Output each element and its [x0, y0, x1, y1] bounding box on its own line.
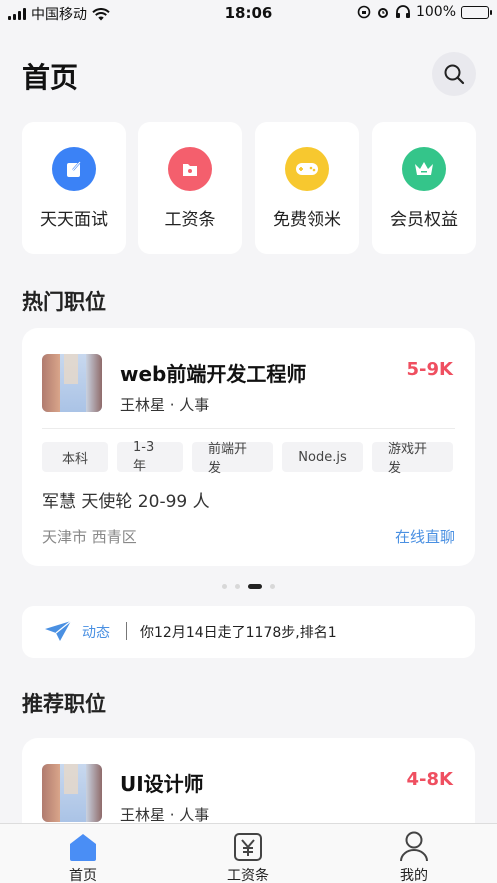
interview-icon	[52, 147, 96, 191]
tab-label: 工资条	[227, 868, 269, 883]
page-title: 首页	[22, 61, 79, 94]
tab-bar: 首页 工资条 我的	[0, 823, 497, 883]
job-tags: 本科 1-3年 前端开发 Node.js 游戏开发	[42, 440, 453, 476]
activity-tag: 动态	[82, 625, 110, 641]
chat-online-link[interactable]: 在线直聊	[395, 526, 455, 547]
company-image	[42, 764, 102, 822]
job-tag: 1-3年	[117, 440, 183, 474]
tab-payslip[interactable]: 工资条	[203, 828, 293, 883]
tab-label: 首页	[69, 868, 97, 883]
job-salary: 4-8K	[406, 769, 453, 790]
section-title-hot-jobs: 热门职位	[22, 290, 106, 314]
carousel-dot[interactable]	[235, 584, 240, 589]
alarm-icon	[377, 8, 388, 18]
tab-label: 我的	[400, 868, 428, 883]
job-tag: 前端开发	[192, 442, 273, 476]
yen-icon	[234, 833, 262, 861]
quick-action-label: 会员权益	[390, 210, 458, 230]
quick-action-payslip[interactable]: 工资条	[138, 122, 242, 254]
card-divider	[42, 428, 455, 429]
rotation-lock-icon	[357, 5, 371, 19]
company-info: 军慧 天使轮 20-99 人	[42, 492, 210, 512]
quick-action-membership[interactable]: 会员权益	[372, 122, 476, 254]
activity-separator	[126, 622, 127, 640]
profile-icon	[400, 831, 428, 862]
battery-icon	[461, 5, 492, 19]
tab-profile[interactable]: 我的	[369, 828, 459, 883]
section-title-recommended: 推荐职位	[22, 692, 106, 716]
job-tag: 本科	[42, 442, 108, 472]
job-location: 天津市 西青区	[42, 528, 137, 546]
carousel-dot-active[interactable]	[248, 584, 262, 589]
quick-action-label: 免费领米	[273, 210, 341, 230]
quick-action-free-rice[interactable]: 免费领米	[255, 122, 359, 254]
home-icon	[70, 834, 96, 861]
job-title: web前端开发工程师	[120, 362, 307, 386]
activity-banner[interactable]: 动态 你12月14日走了1178步,排名1	[22, 606, 475, 658]
paper-plane-icon	[45, 620, 72, 641]
battery-percent: 100%	[415, 4, 456, 20]
carousel-indicator[interactable]	[0, 584, 497, 589]
job-salary: 5-9K	[406, 359, 453, 380]
job-recruiter: 王林星 · 人事	[120, 806, 210, 824]
crown-icon	[402, 147, 446, 191]
gamepad-icon	[285, 147, 329, 191]
search-button[interactable]	[432, 52, 476, 96]
quick-action-label: 天天面试	[40, 210, 108, 230]
activity-message: 你12月14日走了1178步,排名1	[140, 625, 337, 641]
carousel-dot[interactable]	[222, 584, 227, 589]
headphones-icon	[395, 5, 410, 18]
payslip-icon	[168, 147, 212, 191]
quick-action-interview[interactable]: 天天面试	[22, 122, 126, 254]
quick-action-label: 工资条	[164, 210, 216, 230]
job-tag: Node.js	[282, 442, 363, 472]
job-recruiter: 王林星 · 人事	[120, 396, 210, 414]
carousel-dot[interactable]	[270, 584, 275, 589]
job-tag: 游戏开发	[372, 442, 453, 476]
company-image	[42, 354, 102, 412]
status-bar: 中国移动 18:06 100%	[0, 0, 497, 26]
tab-home[interactable]: 首页	[38, 828, 128, 883]
search-icon	[444, 64, 465, 85]
job-card[interactable]: web前端开发工程师 5-9K 王林星 · 人事 本科 1-3年 前端开发 No…	[22, 328, 475, 566]
job-title: UI设计师	[120, 772, 204, 796]
